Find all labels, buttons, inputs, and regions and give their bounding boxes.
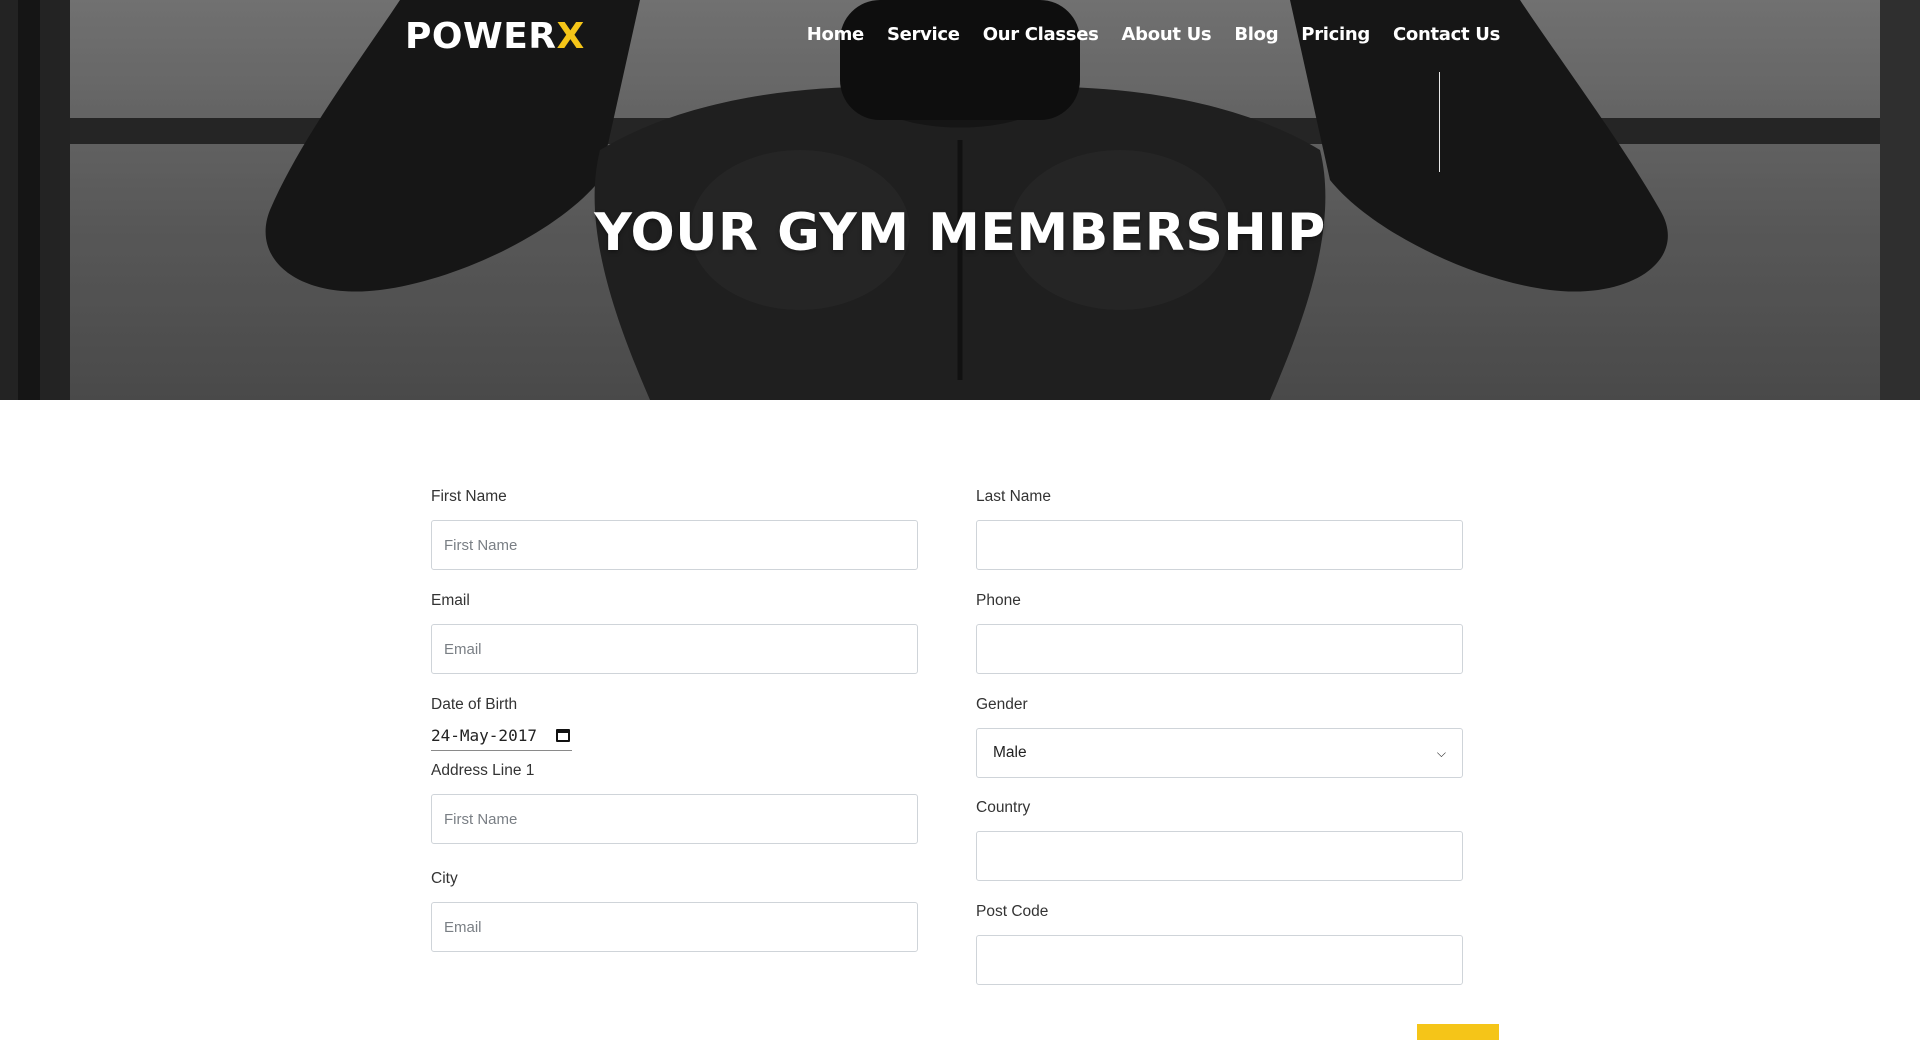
phone-field-group: Phone xyxy=(976,592,1463,674)
city-label: City xyxy=(431,870,458,887)
chevron-down-icon: ⌵ xyxy=(1436,745,1446,760)
address-line1-label: Address Line 1 xyxy=(431,762,535,779)
city-input[interactable] xyxy=(431,902,918,952)
country-input[interactable] xyxy=(976,831,1463,881)
nav-link-service[interactable]: Service xyxy=(887,24,960,45)
page-title: YOUR GYM MEMBERSHIP xyxy=(594,202,1326,263)
submit-button[interactable] xyxy=(1417,1024,1499,1040)
city-field-group: City xyxy=(431,870,918,952)
nav-link-pricing[interactable]: Pricing xyxy=(1301,24,1370,45)
brand-name-main: POWER xyxy=(405,16,557,57)
email-label: Email xyxy=(431,592,470,609)
dob-value: 24-May-2017 xyxy=(431,726,537,745)
first-name-input[interactable] xyxy=(431,520,918,570)
address-line1-field-group: Address Line 1 xyxy=(431,762,918,844)
brand-logo[interactable]: POWERX xyxy=(405,16,585,57)
dob-field-group: Date of Birth xyxy=(431,696,918,722)
nav-link-blog[interactable]: Blog xyxy=(1234,24,1278,45)
email-field-group: Email xyxy=(431,592,918,674)
email-input[interactable] xyxy=(431,624,918,674)
nav-link-our-classes[interactable]: Our Classes xyxy=(983,24,1099,45)
post-code-label: Post Code xyxy=(976,903,1049,920)
gender-field-group: Gender Male ⌵ xyxy=(976,696,1463,778)
last-name-field-group: Last Name xyxy=(976,488,1463,570)
gender-label: Gender xyxy=(976,696,1028,713)
post-code-input[interactable] xyxy=(976,935,1463,985)
last-name-input[interactable] xyxy=(976,520,1463,570)
nav-link-home[interactable]: Home xyxy=(807,24,865,45)
first-name-field-group: First Name xyxy=(431,488,918,570)
country-label: Country xyxy=(976,799,1031,816)
country-field-group: Country xyxy=(976,799,1463,881)
gender-select[interactable]: Male ⌵ xyxy=(976,728,1463,778)
calendar-icon[interactable] xyxy=(556,729,570,742)
nav-divider-line xyxy=(1439,72,1440,172)
main-nav: Home Service Our Classes About Us Blog P… xyxy=(784,24,1501,45)
nav-link-contact-us[interactable]: Contact Us xyxy=(1393,24,1500,45)
brand-name-accent: X xyxy=(556,16,585,57)
gender-selected-value: Male xyxy=(993,744,1027,761)
dob-label: Date of Birth xyxy=(431,696,518,713)
phone-label: Phone xyxy=(976,592,1021,609)
hero-banner: POWERX Home Service Our Classes About Us… xyxy=(0,0,1920,400)
post-code-field-group: Post Code xyxy=(976,903,1463,985)
dob-input[interactable]: 24-May-2017 xyxy=(431,721,572,751)
last-name-label: Last Name xyxy=(976,488,1051,505)
address-line1-input[interactable] xyxy=(431,794,918,844)
phone-input[interactable] xyxy=(976,624,1463,674)
first-name-label: First Name xyxy=(431,488,507,505)
nav-link-about-us[interactable]: About Us xyxy=(1122,24,1212,45)
